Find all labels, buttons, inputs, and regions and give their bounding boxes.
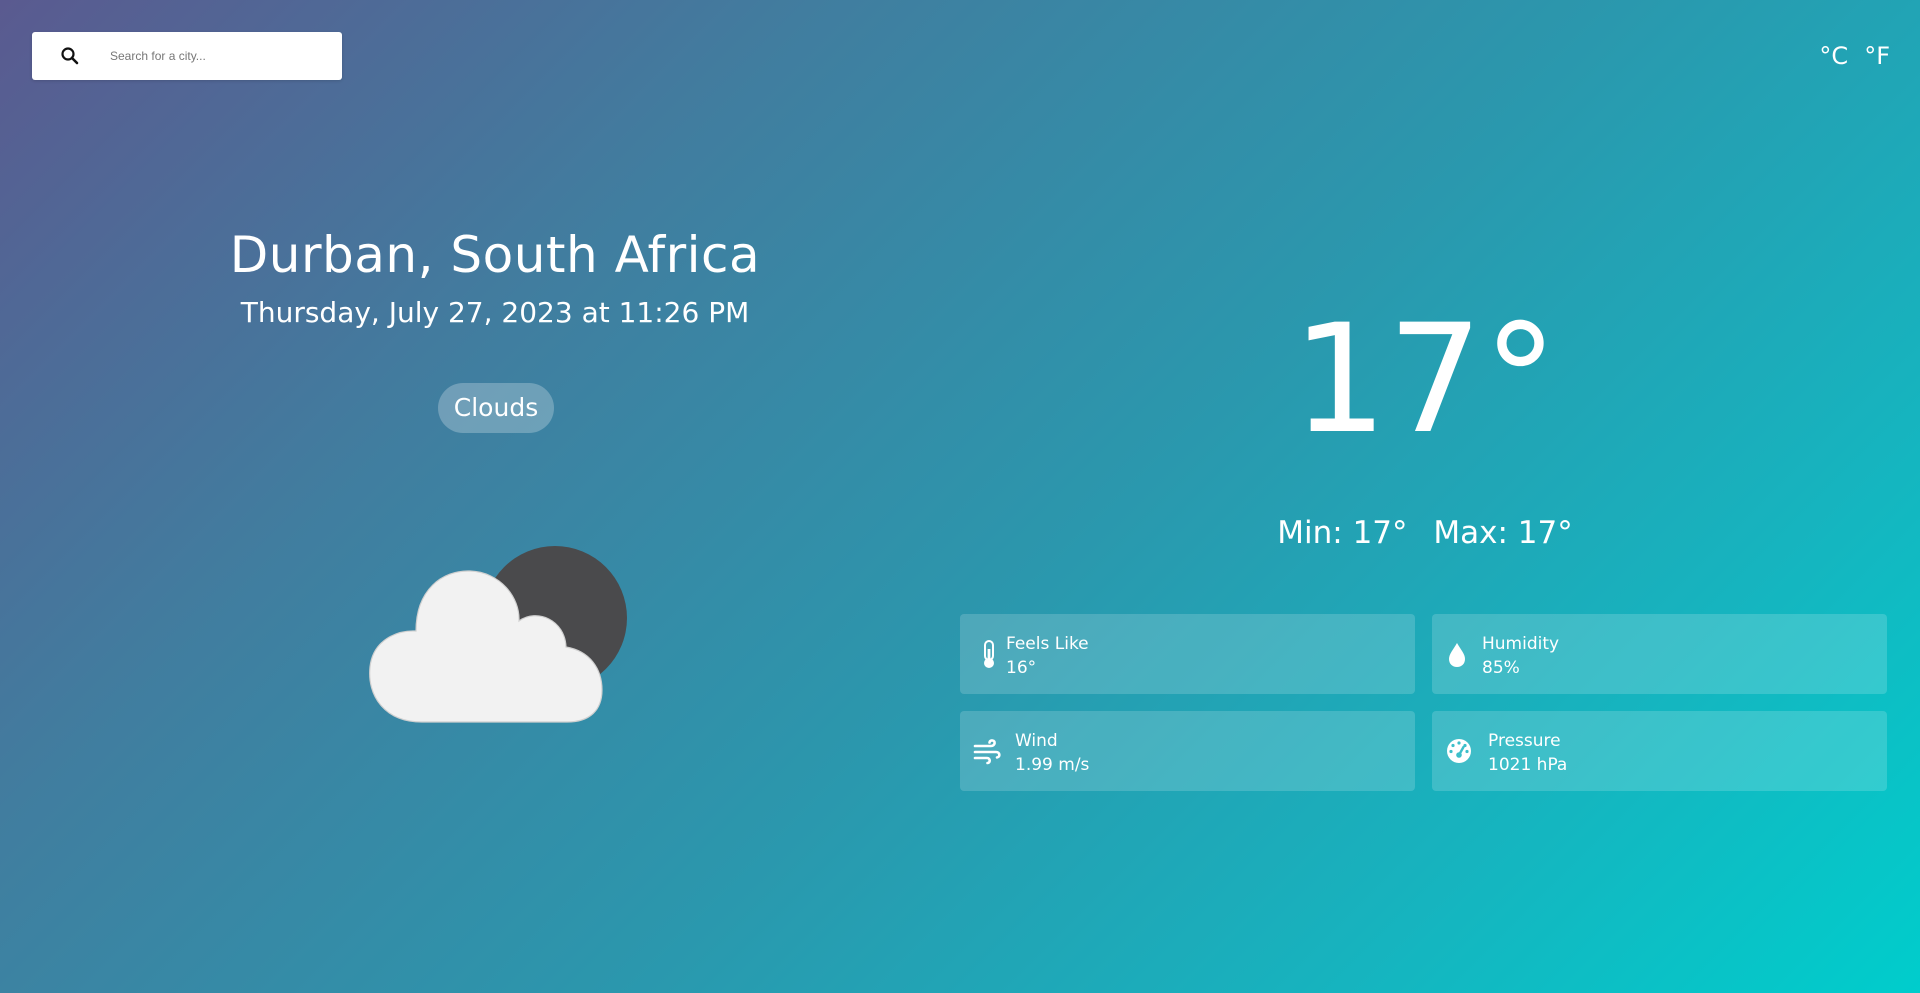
min-max-temperature: Min: 17° Max: 17°	[1130, 512, 1720, 554]
pressure-value: 1021 hPa	[1488, 755, 1568, 775]
search-input[interactable]	[110, 32, 330, 80]
gauge-icon	[1447, 739, 1471, 763]
humidity-label: Humidity	[1482, 634, 1560, 654]
wind-card: Wind 1.99 m/s	[960, 711, 1415, 791]
unit-toggle: °C °F	[1819, 40, 1890, 72]
current-temperature: 17°	[1292, 293, 1558, 467]
condition-badge: Clouds	[438, 383, 554, 433]
pressure-label: Pressure	[1488, 731, 1561, 751]
local-datetime: Thursday, July 27, 2023 at 11:26 PM	[240, 296, 750, 329]
max-temperature: Max: 17°	[1433, 515, 1573, 551]
search-box[interactable]	[32, 32, 342, 80]
thermometer-icon	[984, 640, 994, 668]
celsius-button[interactable]: °C	[1819, 40, 1848, 72]
humidity-card: Humidity 85%	[1432, 614, 1887, 694]
partly-cloudy-night-icon	[369, 546, 627, 723]
min-temperature: Min: 17°	[1277, 515, 1408, 551]
fahrenheit-button[interactable]: °F	[1864, 40, 1890, 72]
pressure-card: Pressure 1021 hPa	[1432, 711, 1887, 791]
wind-icon	[973, 739, 1001, 765]
feels-like-card: Feels Like 16°	[960, 614, 1415, 694]
wind-value: 1.99 m/s	[1015, 755, 1090, 775]
droplet-icon	[1449, 643, 1465, 667]
humidity-value: 85%	[1482, 658, 1520, 678]
search-icon[interactable]	[60, 46, 80, 66]
feels-like-value: 16°	[1006, 658, 1037, 678]
location-title: Durban, South Africa	[229, 226, 761, 284]
feels-like-label: Feels Like	[1006, 634, 1089, 654]
wind-label: Wind	[1015, 731, 1058, 751]
